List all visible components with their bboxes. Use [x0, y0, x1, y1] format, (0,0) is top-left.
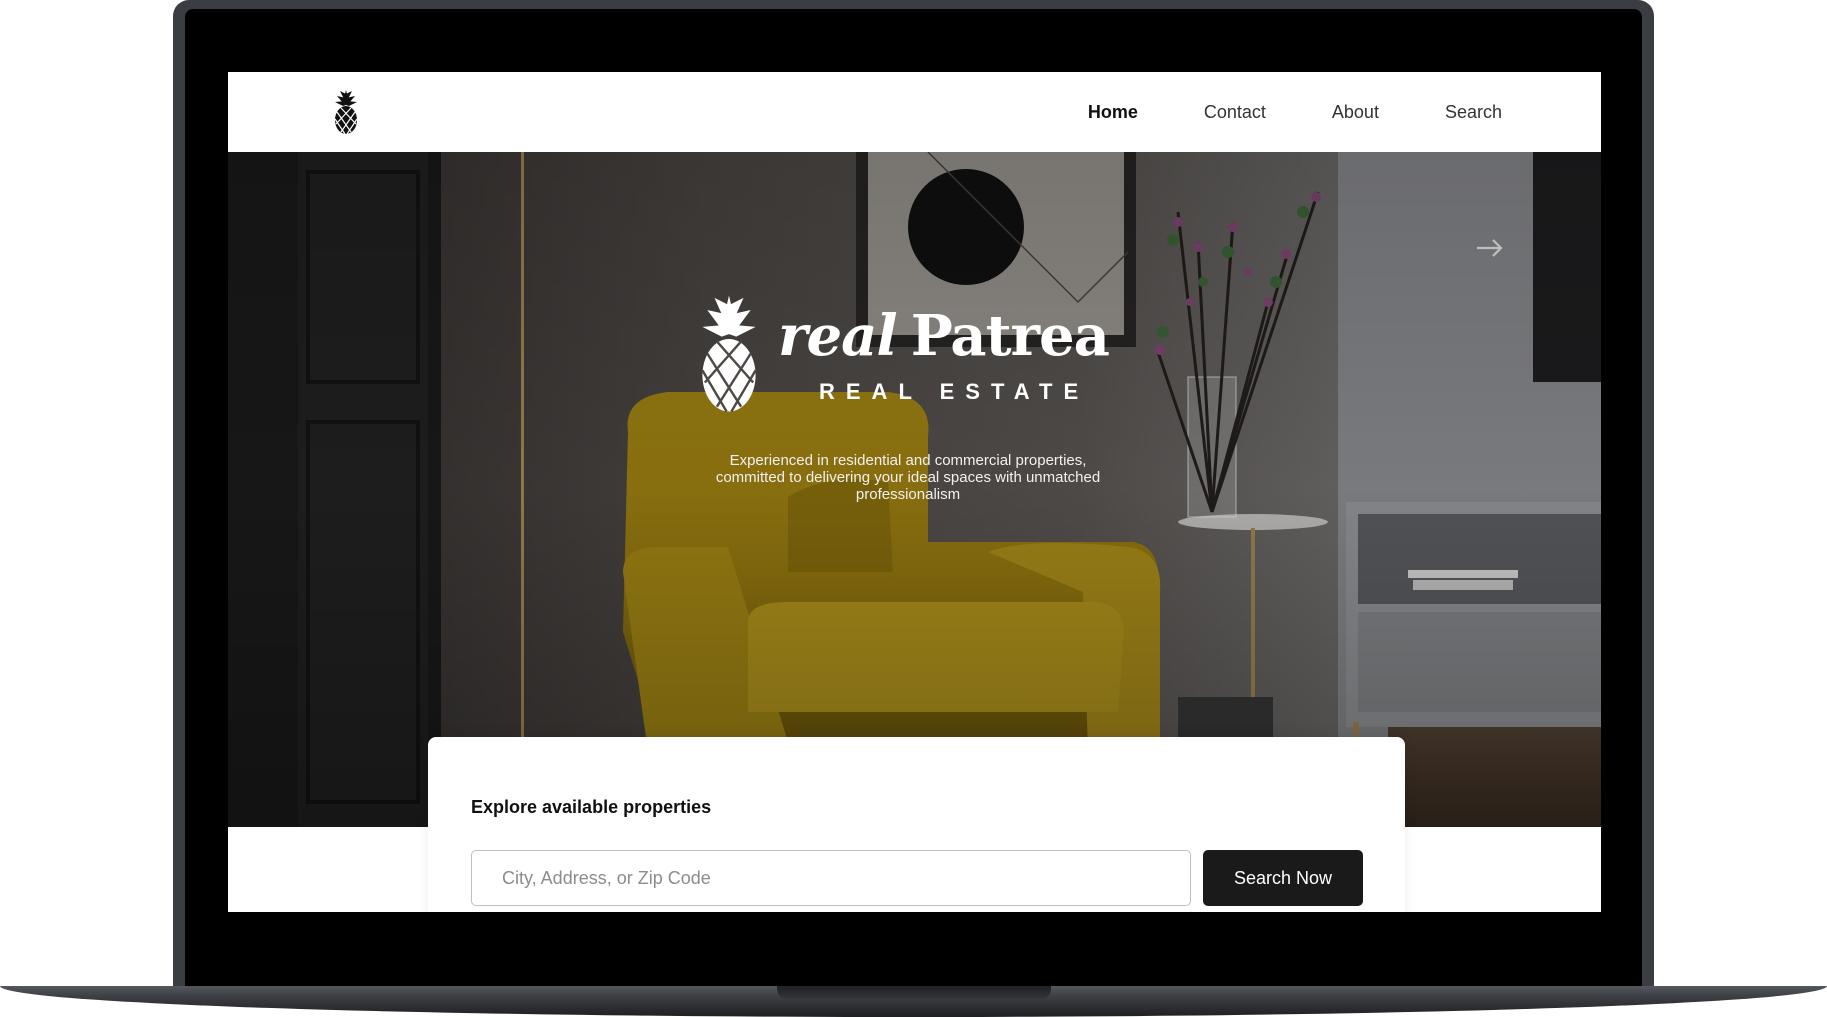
arrow-right-icon[interactable] — [1475, 238, 1505, 258]
brand-name-real: real — [778, 303, 898, 369]
location-search-input[interactable] — [471, 850, 1191, 906]
pineapple-icon[interactable] — [334, 90, 358, 135]
brand-logo: real Patrea REAL ESTATE — [700, 295, 1140, 415]
nav-contact[interactable]: Contact — [1204, 102, 1266, 123]
hero-tagline: Experienced in residential and commercia… — [715, 452, 1101, 503]
navbar: Home Contact About Search — [228, 72, 1601, 152]
search-card: Explore available properties Search Now — [428, 737, 1405, 912]
search-now-button[interactable]: Search Now — [1203, 850, 1363, 906]
brand-subtitle: REAL ESTATE — [819, 379, 1090, 404]
nav-about[interactable]: About — [1332, 102, 1379, 123]
hero-section: real Patrea REAL ESTATE Experienced in re… — [228, 152, 1601, 827]
brand-name: real Patrea — [778, 301, 1110, 371]
nav-search[interactable]: Search — [1445, 102, 1502, 123]
nav-home[interactable]: Home — [1088, 102, 1138, 123]
pineapple-icon — [700, 295, 758, 413]
laptop-notch — [777, 986, 1051, 999]
brand-name-patrea: Patrea — [910, 303, 1110, 369]
website-screen: Home Contact About Search real Patrea RE… — [228, 72, 1601, 912]
search-card-title: Explore available properties — [471, 797, 712, 817]
main-nav: Home Contact About Search — [1088, 72, 1502, 152]
